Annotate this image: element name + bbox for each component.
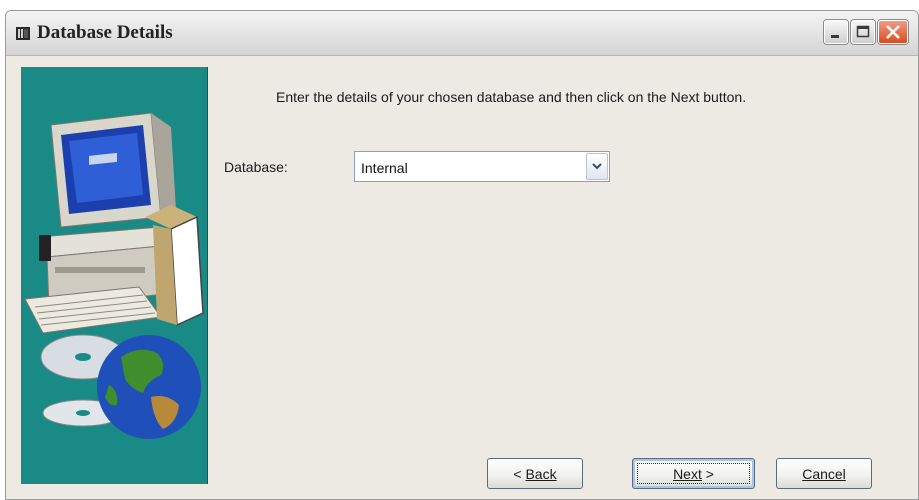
back-button-prefix: < xyxy=(513,465,526,482)
back-button[interactable]: < Back xyxy=(487,458,583,489)
focus-outline xyxy=(637,463,750,484)
maximize-icon xyxy=(856,25,870,38)
computer-illustration xyxy=(24,112,204,334)
globe-illustration xyxy=(97,335,201,439)
chevron-down-icon xyxy=(592,163,602,170)
window-title: Database Details xyxy=(37,22,173,43)
database-app-icon xyxy=(16,27,30,40)
close-icon xyxy=(886,25,900,39)
close-button[interactable] xyxy=(878,20,908,44)
back-button-label: Back xyxy=(525,465,557,482)
maximize-button[interactable] xyxy=(851,20,875,44)
database-select-value: Internal xyxy=(361,160,408,176)
database-select[interactable]: Internal xyxy=(354,151,610,182)
wizard-side-panel xyxy=(21,67,208,484)
wizard-illustration xyxy=(24,112,204,439)
instruction-text: Enter the details of your chosen databas… xyxy=(276,89,747,105)
cancel-button[interactable]: Cancel xyxy=(776,458,872,489)
minimize-icon xyxy=(831,35,839,38)
next-button[interactable]: Next > xyxy=(632,458,755,489)
database-label: Database: xyxy=(224,159,288,175)
cancel-button-label: Cancel xyxy=(802,465,846,482)
minimize-button[interactable] xyxy=(824,20,848,44)
title-bar[interactable]: Database Details xyxy=(6,11,918,56)
database-details-dialog: Database Details Enter the details of yo… xyxy=(5,10,919,500)
database-dropdown-button[interactable] xyxy=(586,153,608,180)
